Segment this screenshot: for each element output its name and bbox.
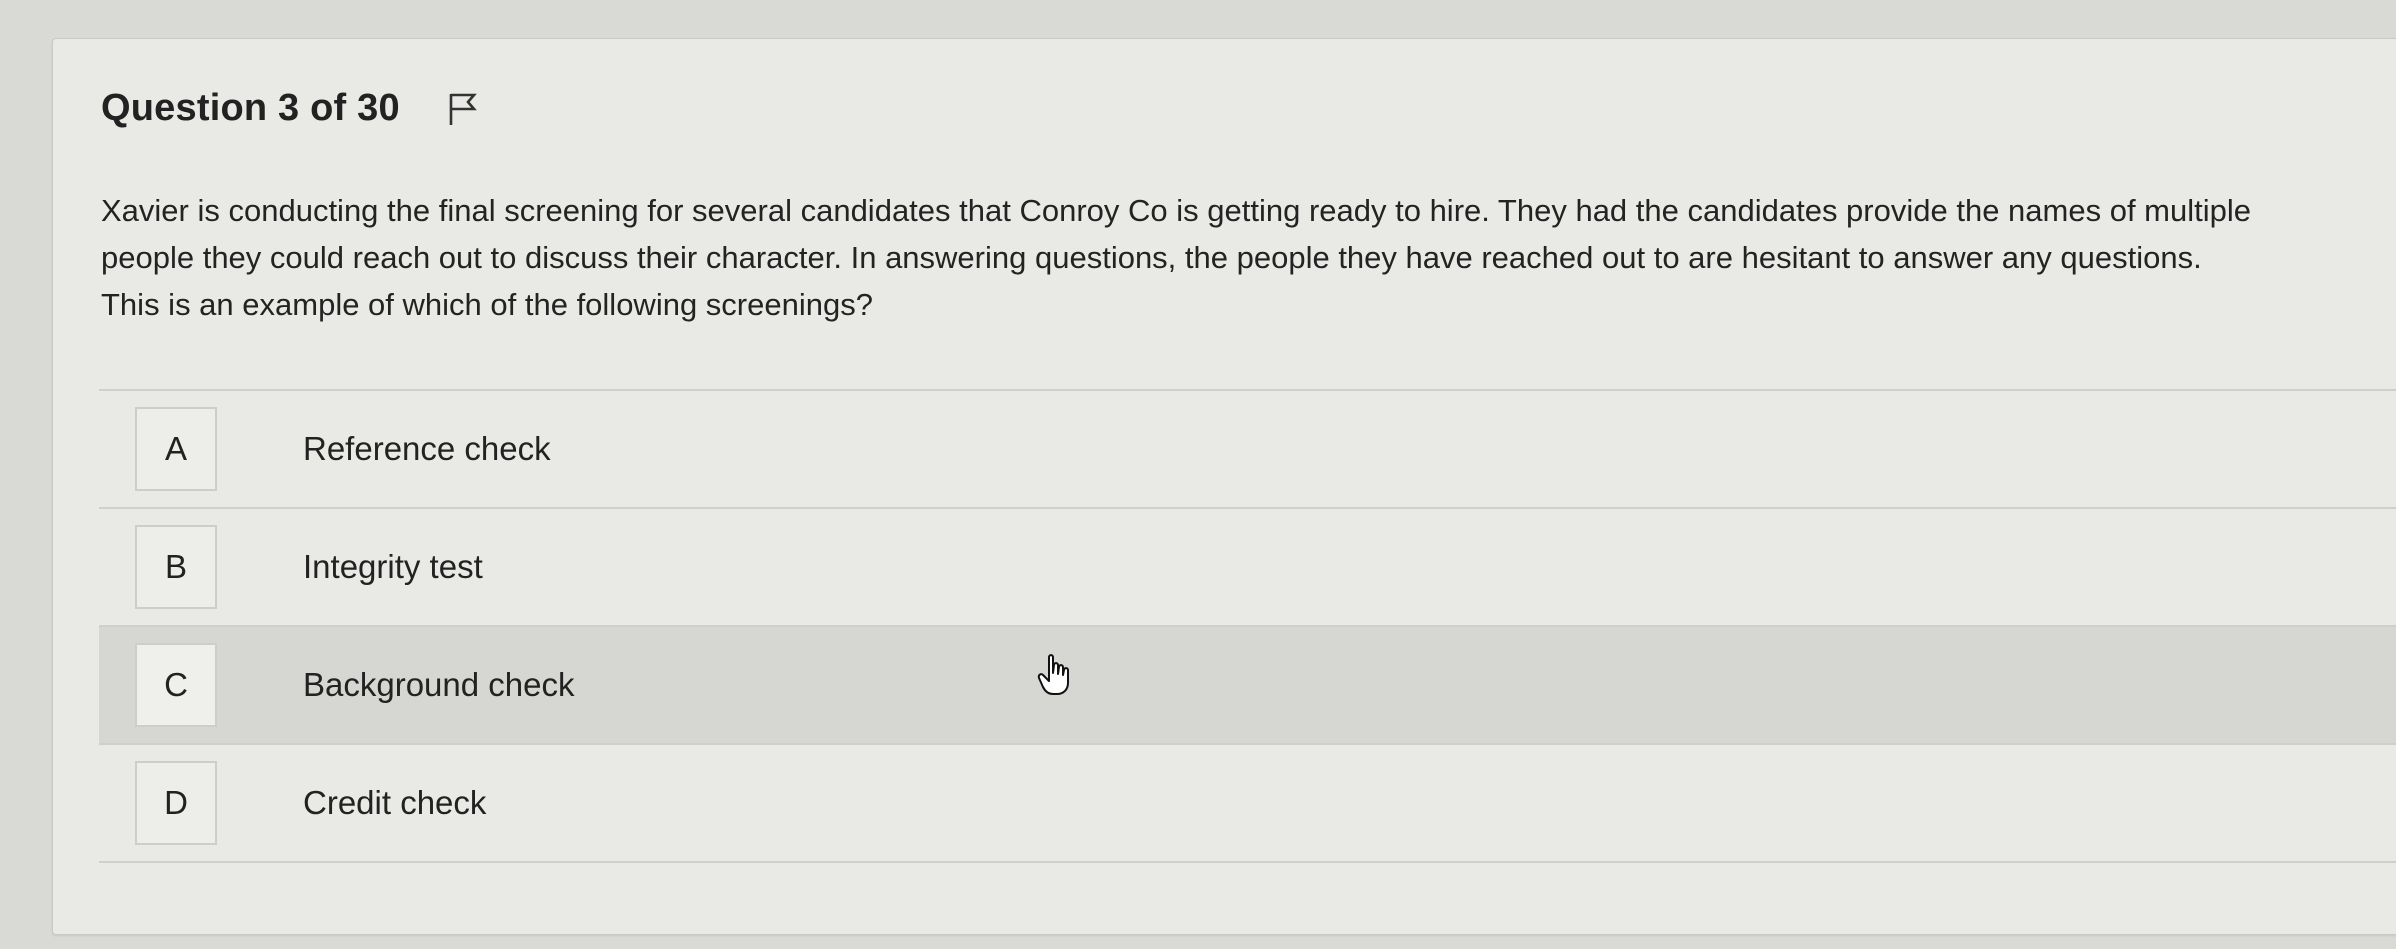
option-label: Reference check: [303, 430, 551, 467]
option-letter-box: C: [135, 643, 217, 727]
option-d[interactable]: D Credit check: [99, 743, 2396, 863]
option-letter-box: B: [135, 525, 217, 609]
answer-options: A Reference check B Integrity test C Bac…: [99, 389, 2396, 863]
option-a[interactable]: A Reference check: [99, 389, 2396, 507]
option-label: Background check: [303, 666, 575, 703]
question-text-line: Xavier is conducting the final screening…: [101, 193, 2251, 228]
question-title: Question 3 of 30: [101, 87, 400, 129]
option-letter-box: D: [135, 761, 217, 845]
option-c[interactable]: C Background check: [99, 625, 2396, 743]
option-label: Credit check: [303, 784, 487, 821]
question-text-line: people they could reach out to discuss t…: [101, 240, 2202, 275]
option-label: Integrity test: [303, 548, 483, 585]
question-header: Question 3 of 30: [101, 87, 480, 130]
option-letter-box: A: [135, 407, 217, 491]
question-text-line: This is an example of which of the follo…: [101, 287, 873, 322]
hand-pointer-icon: [1037, 653, 1073, 697]
flag-icon[interactable]: [446, 90, 480, 128]
question-card: Question 3 of 30 Xavier is conducting th…: [52, 38, 2396, 935]
option-b[interactable]: B Integrity test: [99, 507, 2396, 625]
question-text: Xavier is conducting the final screening…: [101, 187, 2396, 328]
